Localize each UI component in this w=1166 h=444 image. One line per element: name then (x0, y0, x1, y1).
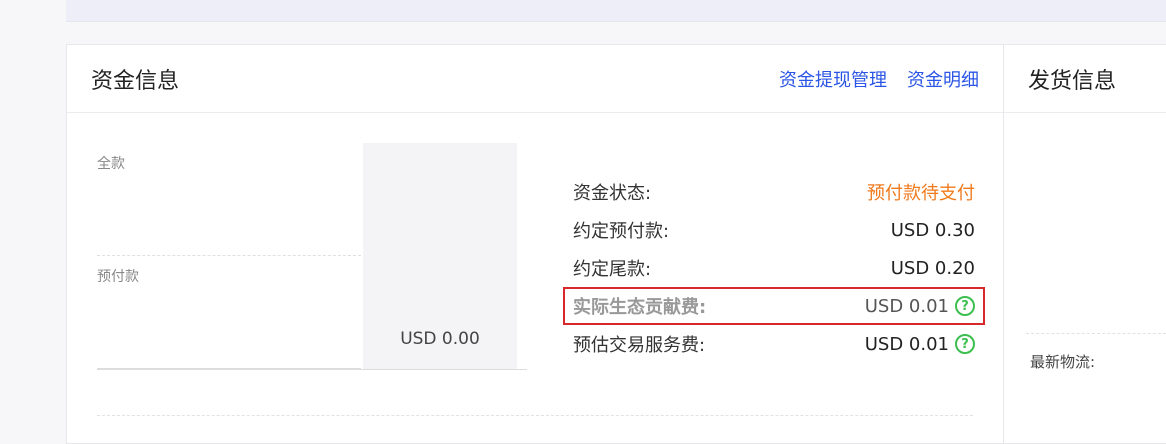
shipping-info-panel: 发货信息 最新物流: (1004, 44, 1166, 444)
detail-label: 资金状态: (573, 183, 652, 204)
shipping-panel-title: 发货信息 (1028, 68, 1117, 94)
funds-detail-link[interactable]: 资金明细 (907, 66, 979, 92)
agreed-prepayment-value: USD 0.30 (890, 219, 975, 241)
agreed-balance-value: USD 0.20 (890, 257, 975, 279)
eco-contribution-fee-row: 实际生态贡献费: USD 0.01 ? (563, 287, 985, 325)
fund-status-row: 资金状态: 预付款待支付 (565, 173, 983, 211)
top-strip (66, 0, 1166, 22)
prepayment-label: 预付款 (97, 256, 361, 369)
funds-panel-header: 资金信息 资金提现管理 资金明细 (67, 45, 1003, 113)
detail-label: 约定预付款: (573, 221, 670, 242)
eco-contribution-fee-value: USD 0.01 ? (865, 296, 975, 317)
shipping-panel-header: 发货信息 (1004, 45, 1166, 113)
shipping-divider (1026, 333, 1166, 334)
agreed-balance-row: 约定尾款: USD 0.20 (565, 249, 983, 287)
latest-logistics-label: 最新物流: (1030, 353, 1096, 371)
detail-label: 实际生态贡献费: (573, 297, 707, 318)
detail-label: 约定尾款: (573, 259, 652, 280)
summary-amount-box: USD 0.00 (363, 143, 517, 369)
funds-detail-list: 资金状态: 预付款待支付 约定预付款: USD 0.30 约定尾款: USD 0… (563, 173, 985, 363)
detail-label: 预估交易服务费: (573, 335, 706, 356)
agreed-prepayment-row: 约定预付款: USD 0.30 (565, 211, 983, 249)
fund-status-value: 预付款待支付 (867, 183, 975, 204)
eco-contribution-fee-amount: USD 0.01 (864, 295, 949, 317)
funds-info-panel: 资金信息 资金提现管理 资金明细 全款 预付款 USD 0.00 资金状态: 预… (66, 44, 1004, 444)
estimated-service-fee-value: USD 0.01 ? (865, 334, 975, 355)
summary-amount: USD 0.00 (400, 329, 480, 349)
funds-panel-links: 资金提现管理 资金明细 (779, 66, 979, 92)
estimated-service-fee-amount: USD 0.01 (864, 333, 949, 355)
panel-bottom-divider (97, 415, 973, 416)
full-payment-label: 全款 (97, 143, 361, 256)
funds-panel-title: 资金信息 (91, 68, 180, 94)
summary-divider (97, 369, 527, 370)
withdrawal-management-link[interactable]: 资金提现管理 (779, 66, 887, 92)
estimated-service-fee-row: 预估交易服务费: USD 0.01 ? (565, 325, 983, 363)
question-circle-icon[interactable]: ? (955, 334, 975, 354)
question-circle-icon[interactable]: ? (955, 296, 975, 316)
funds-summary: 全款 预付款 (97, 143, 367, 369)
